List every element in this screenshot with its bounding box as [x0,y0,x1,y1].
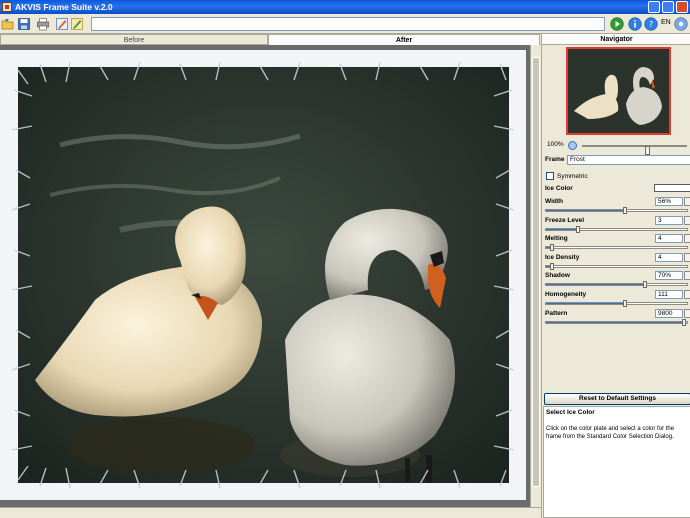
reset-defaults-button[interactable]: Reset to Default Settings [544,393,690,405]
symmetric-label: Symmetric [557,173,588,180]
svg-text:?: ? [649,20,653,29]
image-canvas[interactable] [0,45,530,507]
param-spinner[interactable] [684,216,690,225]
param-slider-handle[interactable] [549,244,554,251]
param-slider-handle[interactable] [682,319,687,326]
param-slider-fill [546,210,625,211]
ice-color-swatch[interactable] [654,184,690,192]
param-slider-handle[interactable] [549,263,554,270]
maximize-button[interactable] [662,1,674,13]
param-slider-fill [546,322,685,323]
param-value-input[interactable]: 3 [655,216,683,225]
param-spinner[interactable] [684,234,690,243]
param-spinner[interactable] [684,253,690,262]
navigator-title: Navigator [542,34,690,45]
param-spinner[interactable] [684,271,690,280]
zoom-slider-handle[interactable] [645,146,651,155]
help-panel: Select Ice Color Click on the color plat… [543,406,690,518]
param-slider-fill [546,284,645,285]
ice-color-row: Ice Color [542,184,690,194]
window-title: AKVIS Frame Suite v.2.0 [15,2,113,12]
param-row-melting: Melting 4 [542,234,690,252]
param-slider[interactable] [545,281,688,288]
navigator [542,45,690,140]
param-slider[interactable] [545,263,688,270]
vertical-scrollbar[interactable] [530,45,541,507]
settings-panel: Navigator 100% Frame Frost Symmetric Ice… [541,34,690,518]
param-slider-handle[interactable] [622,207,627,214]
frame-row: Frame Frost [542,155,690,166]
param-label: Shadow [545,272,570,279]
frost-frame-preview [0,50,526,500]
param-label: Pattern [545,310,568,317]
app-logo-icon [2,2,12,12]
param-value-input[interactable]: 70% [655,271,683,280]
param-spinner[interactable] [684,197,690,206]
param-row-width: Width 56% [542,197,690,215]
param-label: Freeze Level [545,217,585,224]
open-folder-icon[interactable] [1,17,15,31]
param-slider[interactable] [545,207,688,214]
zoom-value: 100% [547,141,564,148]
swans-photo [0,50,526,500]
param-row-freeze-level: Freeze Level 3 [542,216,690,234]
save-icon[interactable] [17,17,31,31]
symmetric-checkbox[interactable] [546,172,554,180]
param-slider-handle[interactable] [576,226,581,233]
param-slider[interactable] [545,226,688,233]
param-value-input[interactable]: 111 [655,290,683,299]
batch-icon[interactable] [70,17,84,31]
title-bar: AKVIS Frame Suite v.2.0 [0,0,690,14]
view-tabs: Before After [0,34,541,45]
help-title: Select Ice Color [546,409,595,416]
toolbar: ? EN [0,14,690,34]
param-label: Melting [545,235,568,242]
print-icon[interactable] [36,17,50,31]
param-slider-handle[interactable] [622,300,627,307]
help-text: Click on the color plate and select a co… [546,426,675,440]
param-value-input[interactable]: 9800 [655,309,683,318]
param-row-ice-density: Ice Density 4 [542,253,690,271]
param-value-input[interactable]: 4 [655,234,683,243]
language-selector[interactable]: EN [661,19,671,26]
navigator-thumbnail [568,49,669,133]
zoom-slider[interactable] [582,145,687,155]
window-controls [648,1,688,13]
param-row-homogeneity: Homogeneity 111 [542,290,690,308]
param-value-input[interactable]: 56% [655,197,683,206]
scrollbar-thumb[interactable] [532,57,540,487]
navigator-preview[interactable] [566,47,671,135]
ice-color-label: Ice Color [545,185,573,192]
info-icon[interactable] [628,17,642,31]
run-icon[interactable] [610,17,624,31]
tab-after[interactable]: After [268,34,540,45]
param-slider[interactable] [545,300,688,307]
param-slider-handle[interactable] [642,281,647,288]
zoom-control: 100% [542,140,690,155]
status-bar [0,507,541,518]
param-spinner[interactable] [684,290,690,299]
close-button[interactable] [676,1,688,13]
symmetric-row: Symmetric [542,172,690,182]
param-label: Homogeneity [545,291,587,298]
edit-brush-icon[interactable] [55,17,69,31]
param-label: Ice Density [545,254,580,261]
param-row-shadow: Shadow 70% [542,271,690,289]
frame-select[interactable]: Frost [567,155,690,165]
address-field[interactable] [91,17,605,31]
param-label: Width [545,198,563,205]
param-spinner[interactable] [684,309,690,318]
settings-icon[interactable] [674,17,688,31]
param-value-input[interactable]: 4 [655,253,683,262]
frame-label: Frame [545,156,565,163]
param-slider-fill [546,229,579,230]
param-slider[interactable] [545,244,688,251]
param-row-pattern: Pattern 9800 [542,309,690,327]
help-icon[interactable]: ? [644,17,658,31]
param-slider[interactable] [545,319,688,326]
tab-before[interactable]: Before [0,34,268,45]
param-slider-fill [546,303,625,304]
zoom-out-icon[interactable] [568,141,577,150]
minimize-button[interactable] [648,1,660,13]
